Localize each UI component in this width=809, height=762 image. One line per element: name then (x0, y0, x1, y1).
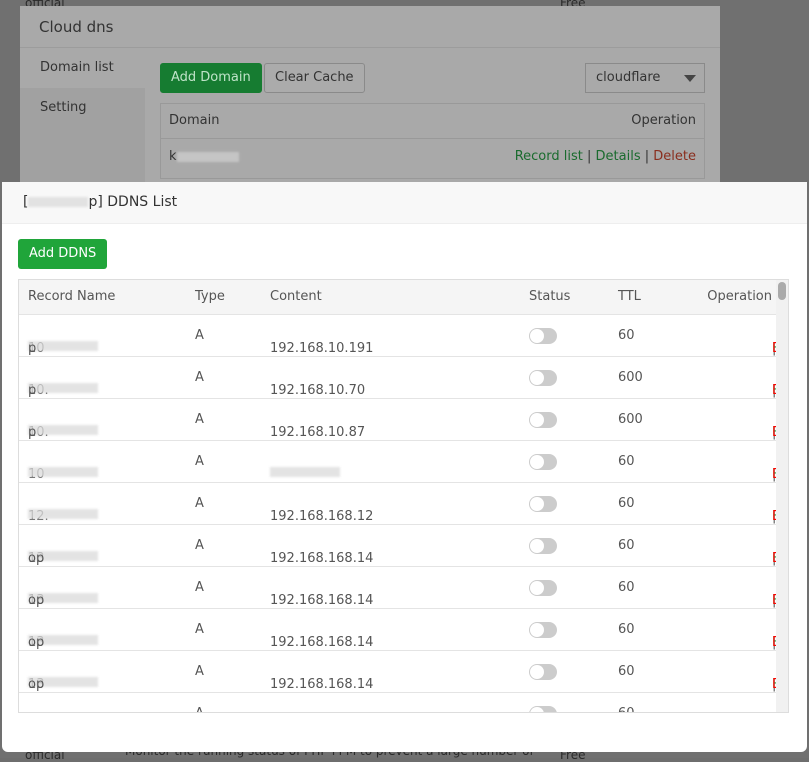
clear-cache-button[interactable]: Clear Cache (264, 63, 365, 93)
record-type: A (195, 328, 204, 343)
status-toggle[interactable] (529, 496, 557, 512)
sidebar-item-domain-list[interactable]: Domain list (20, 48, 145, 88)
table-row: 10 A 60 Edit | Delete (19, 441, 788, 483)
record-ttl: 60 (618, 580, 635, 595)
record-ttl: 60 (618, 664, 635, 679)
add-domain-button[interactable]: Add Domain (160, 63, 262, 93)
status-toggle[interactable] (529, 622, 557, 638)
provider-value: cloudflare (596, 70, 661, 85)
record-type: A (195, 538, 204, 553)
details-link[interactable]: Details (596, 149, 641, 164)
header-operation: Operation (631, 113, 696, 128)
modal-title: [p] DDNS List (2, 182, 807, 224)
add-ddns-button[interactable]: Add DDNS (18, 239, 108, 269)
separator: | (644, 149, 650, 164)
record-type: A (195, 412, 204, 427)
record-ttl: 60 (618, 706, 635, 712)
record-ttl: 60 (618, 454, 635, 469)
scrollbar[interactable] (776, 280, 788, 712)
header-operation: Operation (707, 289, 772, 304)
record-ttl: 60 (618, 328, 635, 343)
record-type: A (195, 454, 204, 469)
header-ttl: TTL (618, 289, 641, 304)
sidebar: Domain list Setting (20, 48, 145, 198)
sidebar-item-setting[interactable]: Setting (20, 88, 145, 128)
status-toggle[interactable] (529, 454, 557, 470)
header-content: Content (270, 289, 322, 304)
header-status: Status (529, 289, 571, 304)
header-domain: Domain (169, 113, 220, 128)
table-row: 13op A 192.168.168.14 60 Edit | Delete (19, 609, 788, 651)
ddns-list-modal: [p] DDNS List Add DDNS Record Name Type … (2, 182, 807, 752)
record-ttl: 60 (618, 538, 635, 553)
record-type: A (195, 622, 204, 637)
status-toggle[interactable] (529, 412, 557, 428)
record-ttl: 60 (618, 496, 635, 511)
record-type: A (195, 664, 204, 679)
title-suffix: p] DDNS List (88, 194, 178, 210)
table-row: 13op A 192.168.168.14 60 Edit | Delete (19, 651, 788, 693)
record-type: A (195, 580, 204, 595)
header-record-name: Record Name (28, 289, 116, 304)
record-ttl: 600 (618, 370, 643, 385)
status-toggle[interactable] (529, 328, 557, 344)
table-header: Record Name Type Content Status TTL Oper… (19, 280, 776, 315)
ddns-table: Record Name Type Content Status TTL Oper… (18, 279, 789, 713)
record-list-link[interactable]: Record list (515, 149, 583, 164)
table-row: 10p A 192.168.10.191 60 Edit | Delete (19, 315, 788, 357)
scrollbar-thumb[interactable] (778, 282, 786, 300)
record-ttl: 60 (618, 622, 635, 637)
status-toggle[interactable] (529, 664, 557, 680)
table-row: 13op A 192.168.168.14 60 Edit | Delete (19, 567, 788, 609)
chevron-down-icon (684, 75, 696, 82)
separator: | (587, 149, 592, 164)
status-toggle[interactable] (529, 580, 557, 596)
cloud-dns-dialog: Cloud dns Domain list Setting Add Domain… (20, 6, 720, 198)
table-row: 13op A 192.168.168.14 60 Edit | Delete (19, 693, 776, 712)
domain-name: k (169, 149, 177, 164)
table-row: 12. A 192.168.168.12 60 Edit | Delete (19, 483, 788, 525)
record-type: A (195, 370, 204, 385)
record-type: A (195, 706, 204, 712)
table-row: 10.p A 192.168.10.87 600 Edit | Delete (19, 399, 788, 441)
table-row: 10.p A 192.168.10.70 600 Edit | Delete (19, 357, 788, 399)
dialog-title: Cloud dns (20, 6, 720, 48)
header-type: Type (195, 289, 225, 304)
domain-table: Domain Operation k Record list | Details … (160, 103, 705, 179)
status-toggle[interactable] (529, 538, 557, 554)
table-row: 13op A 192.168.168.14 60 Edit | Delete (19, 525, 788, 567)
status-toggle[interactable] (529, 370, 557, 386)
record-type: A (195, 496, 204, 511)
record-ttl: 600 (618, 412, 643, 427)
status-toggle[interactable] (529, 706, 557, 712)
delete-domain-link[interactable]: Delete (653, 149, 696, 164)
provider-select[interactable]: cloudflare (585, 63, 705, 93)
